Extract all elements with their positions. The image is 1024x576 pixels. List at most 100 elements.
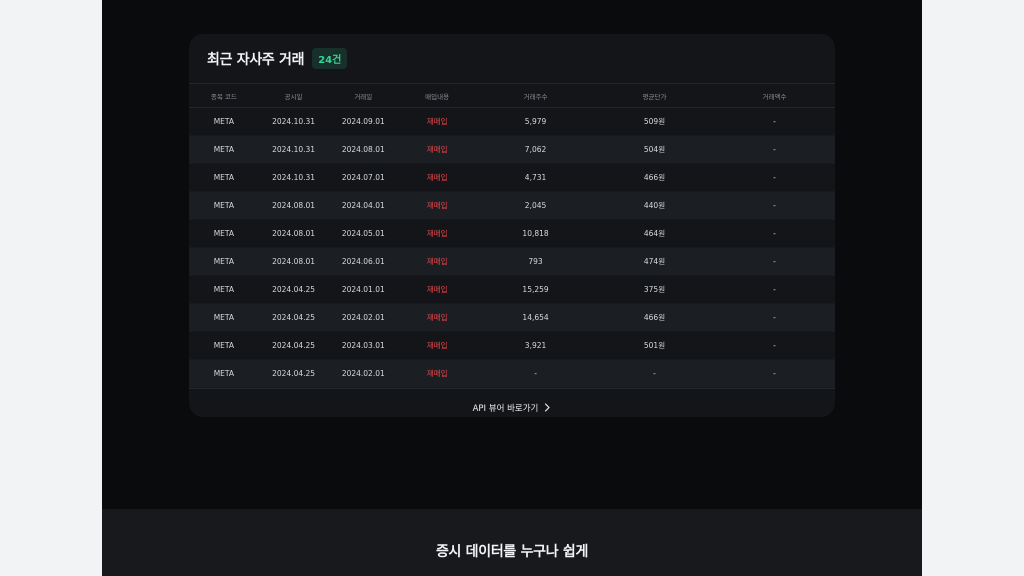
trade-date-cell: 2024.09.01 xyxy=(341,117,385,126)
shares-cell: 14,654 xyxy=(522,313,549,322)
disclosure-date-cell: 2024.10.31 xyxy=(272,145,316,154)
recent-buyback-card: 최근 자사주 거래 24건 종목 코드 공시일 거래일 매입내용 거래주수 평균… xyxy=(189,34,835,417)
disclosure-date-cell: 2024.08.01 xyxy=(272,229,316,238)
ticker-cell: META xyxy=(213,229,235,238)
trade-type-cell: 재매입 xyxy=(426,117,448,126)
trade-type-cell: 재매입 xyxy=(426,201,448,210)
ticker-cell: META xyxy=(213,173,235,182)
trade-type-cell: 재매입 xyxy=(426,285,448,294)
shares-cell: 793 xyxy=(528,257,543,266)
table-row[interactable]: META 2024.08.01 2024.06.01 재매입 793 474원 … xyxy=(189,247,835,276)
trade-date-cell: 2024.03.01 xyxy=(341,341,385,350)
avg-price-cell: 466원 xyxy=(643,173,666,182)
table-body: META 2024.10.31 2024.09.01 재매입 5,979 509… xyxy=(189,108,835,388)
disclosure-date-cell: 2024.08.01 xyxy=(272,201,316,210)
avg-price-cell: 501원 xyxy=(643,341,666,350)
header-trade-type: 매입내용 xyxy=(398,84,477,108)
avg-price-cell: 440원 xyxy=(643,201,666,210)
trade-date-cell: 2024.08.01 xyxy=(341,145,385,154)
trade-type-cell: 재매입 xyxy=(426,229,448,238)
ticker-cell: META xyxy=(213,341,235,350)
shares-cell: 5,979 xyxy=(524,117,547,126)
avg-price-cell: 509원 xyxy=(643,117,666,126)
header-disclosure-date: 공시일 xyxy=(258,84,329,108)
table-header-row: 종목 코드 공시일 거래일 매입내용 거래주수 평균단가 거래액수 xyxy=(189,84,835,108)
disclosure-date-cell: 2024.10.31 xyxy=(272,117,316,126)
amount-cell: - xyxy=(773,313,776,322)
disclosure-date-cell: 2024.04.25 xyxy=(272,369,316,378)
disclosure-date-cell: 2024.04.25 xyxy=(272,341,316,350)
amount-cell: - xyxy=(773,229,776,238)
table-row[interactable]: META 2024.08.01 2024.05.01 재매입 10,818 46… xyxy=(189,220,835,248)
ticker-cell: META xyxy=(213,369,235,378)
disclosure-date-cell: 2024.08.01 xyxy=(272,257,316,266)
trade-type-cell: 재매입 xyxy=(426,369,448,378)
amount-cell: - xyxy=(773,117,776,126)
card-footer: API 뷰어 바로가기 xyxy=(189,388,835,417)
shares-cell: 2,045 xyxy=(524,201,547,210)
trade-date-cell: 2024.02.01 xyxy=(341,369,385,378)
table-row[interactable]: META 2024.08.01 2024.04.01 재매입 2,045 440… xyxy=(189,191,835,220)
avg-price-cell: 474원 xyxy=(643,257,666,266)
table-row[interactable]: META 2024.10.31 2024.08.01 재매입 7,062 504… xyxy=(189,135,835,164)
table-row[interactable]: META 2024.04.25 2024.02.01 재매입 14,654 46… xyxy=(189,303,835,332)
api-viewer-link[interactable]: API 뷰어 바로가기 xyxy=(473,402,552,414)
header-ticker: 종목 코드 xyxy=(189,84,259,108)
amount-cell: - xyxy=(773,369,776,378)
ticker-cell: META xyxy=(213,201,235,210)
buyback-table: 종목 코드 공시일 거래일 매입내용 거래주수 평균단가 거래액수 META 2… xyxy=(189,84,835,388)
shares-cell: 7,062 xyxy=(524,145,547,154)
shares-cell: 4,731 xyxy=(524,173,547,182)
avg-price-cell: 504원 xyxy=(643,145,666,154)
trade-type-cell: 재매입 xyxy=(426,341,448,350)
amount-cell: - xyxy=(773,285,776,294)
ticker-cell: META xyxy=(213,313,235,322)
header-avg-price: 평균단가 xyxy=(595,84,714,108)
table-row[interactable]: META 2024.04.25 2024.02.01 재매입 - - - xyxy=(189,359,835,388)
disclosure-date-cell: 2024.04.25 xyxy=(272,285,316,294)
trade-type-cell: 재매입 xyxy=(426,313,448,322)
avg-price-cell: 464원 xyxy=(643,229,666,238)
shares-cell: 10,818 xyxy=(522,229,549,238)
trade-type-cell: 재매입 xyxy=(426,257,448,266)
trade-type-cell: 재매입 xyxy=(426,145,448,154)
trade-date-cell: 2024.07.01 xyxy=(341,173,385,182)
shares-cell: 15,259 xyxy=(522,285,549,294)
ticker-cell: META xyxy=(213,285,235,294)
page-root: 최근 자사주 거래 24건 종목 코드 공시일 거래일 매입내용 거래주수 평균… xyxy=(102,0,922,576)
api-viewer-link-label: API 뷰어 바로가기 xyxy=(472,403,539,414)
avg-price-cell: - xyxy=(653,369,656,378)
table-row[interactable]: META 2024.04.25 2024.01.01 재매입 15,259 37… xyxy=(189,276,835,304)
table-row[interactable]: META 2024.10.31 2024.07.01 재매입 4,731 466… xyxy=(189,164,835,192)
trade-type-cell: 재매입 xyxy=(426,173,448,182)
count-badge: 24건 xyxy=(312,48,348,69)
section-title: 최근 자사주 거래 xyxy=(207,51,305,68)
trade-date-cell: 2024.02.01 xyxy=(341,313,385,322)
ticker-cell: META xyxy=(213,145,235,154)
trade-date-cell: 2024.05.01 xyxy=(341,229,385,238)
bottom-section-title: 증시 데이터를 누구나 쉽게 xyxy=(435,544,589,560)
amount-cell: - xyxy=(773,145,776,154)
disclosure-date-cell: 2024.04.25 xyxy=(272,313,316,322)
amount-cell: - xyxy=(773,173,776,182)
trade-date-cell: 2024.06.01 xyxy=(341,257,385,266)
header-trade-date: 거래일 xyxy=(328,84,399,108)
avg-price-cell: 375원 xyxy=(643,285,666,294)
table-row[interactable]: META 2024.10.31 2024.09.01 재매입 5,979 509… xyxy=(189,108,835,136)
chevron-right-icon xyxy=(545,403,550,412)
shares-cell: 3,921 xyxy=(524,341,547,350)
bottom-section: 증시 데이터를 누구나 쉽게 xyxy=(102,509,922,576)
trade-date-cell: 2024.01.01 xyxy=(341,285,385,294)
header-amount: 거래액수 xyxy=(713,84,835,108)
ticker-cell: META xyxy=(213,117,235,126)
header-shares: 거래주수 xyxy=(476,84,596,108)
table-row[interactable]: META 2024.04.25 2024.03.01 재매입 3,921 501… xyxy=(189,332,835,360)
amount-cell: - xyxy=(773,257,776,266)
avg-price-cell: 466원 xyxy=(643,313,666,322)
ticker-cell: META xyxy=(213,257,235,266)
card-header: 최근 자사주 거래 24건 xyxy=(189,34,835,84)
shares-cell: - xyxy=(534,369,537,378)
trade-date-cell: 2024.04.01 xyxy=(341,201,385,210)
disclosure-date-cell: 2024.10.31 xyxy=(272,173,316,182)
amount-cell: - xyxy=(773,201,776,210)
